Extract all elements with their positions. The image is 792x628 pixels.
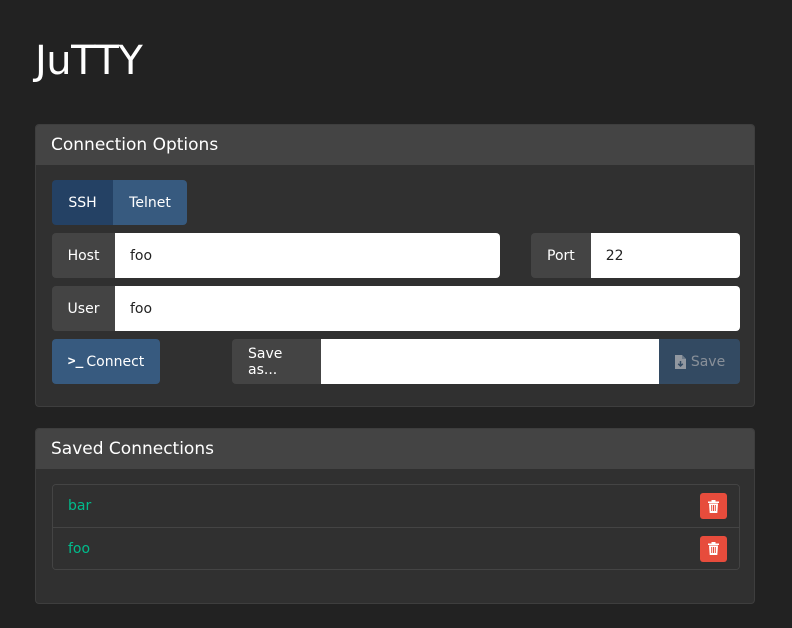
port-label: Port [531,233,591,278]
saved-connections-list: bar foo [52,484,740,570]
list-item: foo [53,527,739,569]
delete-button[interactable] [700,493,727,519]
connection-options-panel: Connection Options SSH Telnet Host Port … [35,124,755,407]
user-label: User [52,286,115,331]
saved-connections-heading: Saved Connections [36,429,754,469]
saved-connection-link[interactable]: bar [68,498,91,514]
host-group: Host [52,233,500,278]
user-input[interactable] [115,286,740,331]
connect-label: Connect [86,353,145,370]
list-item: bar [53,485,739,527]
connect-button[interactable]: >_ Connect [52,339,160,384]
delete-button[interactable] [700,535,727,562]
save-as-group: Save as... Save [232,339,740,384]
terminal-prompt-icon: >_ [67,354,84,369]
port-group: Port [531,233,740,278]
host-input[interactable] [115,233,500,278]
host-label: Host [52,233,115,278]
save-as-input[interactable] [321,339,659,384]
user-group: User [52,286,740,331]
protocol-toggle: SSH Telnet [52,180,187,225]
port-input[interactable] [590,233,740,278]
app-title: JuTTY [35,38,143,84]
save-button[interactable]: Save [659,339,740,384]
save-file-icon [674,354,686,369]
trash-icon [708,542,719,555]
saved-connections-panel: Saved Connections bar foo [35,428,755,604]
save-as-label: Save as... [232,339,321,384]
connection-options-heading: Connection Options [36,125,754,165]
telnet-button[interactable]: Telnet [113,180,187,225]
ssh-button[interactable]: SSH [52,180,113,225]
saved-connection-link[interactable]: foo [68,541,90,557]
save-label: Save [690,353,726,370]
trash-icon [708,499,719,513]
